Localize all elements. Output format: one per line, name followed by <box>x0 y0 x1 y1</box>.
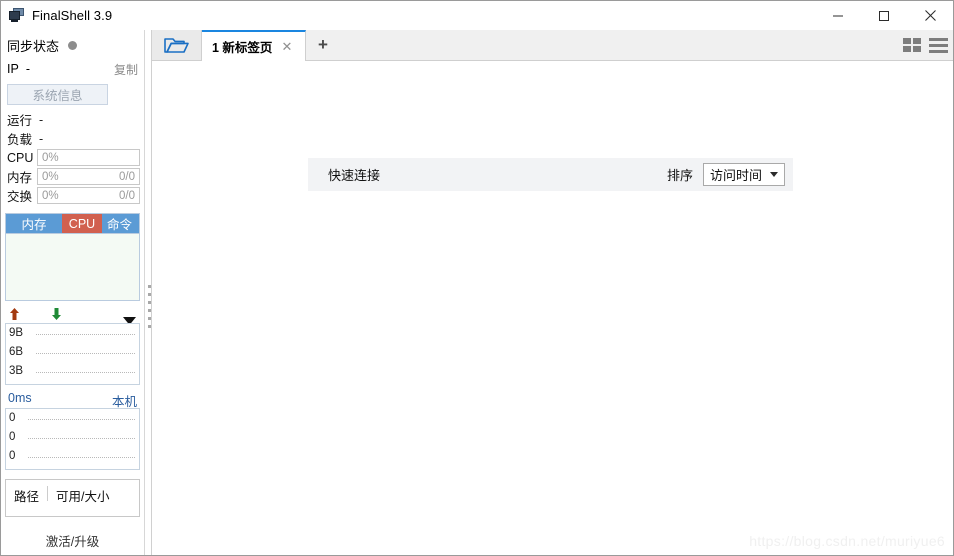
network-y-label-1: 9B <box>9 327 24 339</box>
grid-view-icon[interactable] <box>903 38 922 53</box>
title-bar: FinalShell 3.9 <box>1 1 953 30</box>
list-view-icon[interactable] <box>929 38 948 53</box>
stat-row-uptime: 运行 - <box>1 110 144 129</box>
tab-command[interactable]: 命令 <box>102 214 139 233</box>
left-sidebar: 同步状态 IP - 复制 系统信息 运行 - 负载 - CPU 0% 内存 0%… <box>1 30 144 555</box>
ping-y-label-1: 0 <box>9 412 16 424</box>
close-button[interactable] <box>907 1 953 30</box>
caret-down-icon <box>770 172 778 177</box>
content-area: 快速连接 排序 访问时间 https://blog.csdn.net/muriy… <box>152 61 953 555</box>
network-y-label-3: 3B <box>9 365 24 377</box>
copy-ip-link[interactable]: 复制 <box>114 61 138 78</box>
sync-status-row: 同步状态 <box>1 33 144 57</box>
disk-table: 路径 可用/大小 <box>5 479 140 517</box>
quick-connect-title: 快速连接 <box>328 168 381 183</box>
network-graph: 9B 6B 3B <box>5 323 140 385</box>
ping-gridline <box>28 438 135 439</box>
tab-close-icon[interactable]: ✕ <box>281 40 292 53</box>
maximize-button[interactable] <box>861 1 907 30</box>
minimize-button[interactable] <box>815 1 861 30</box>
main-region: 1 新标签页 ✕ + 快速连接 排序 访问时间 https://blog.csd… <box>152 30 953 555</box>
tab-cpu[interactable]: CPU <box>62 214 102 233</box>
network-gridline <box>36 372 135 373</box>
disk-col-size: 可用/大小 <box>56 490 110 504</box>
window-title: FinalShell 3.9 <box>32 8 113 23</box>
ping-gridline <box>28 419 135 420</box>
network-graph-header <box>5 307 140 325</box>
activate-upgrade-link[interactable]: 激活/升级 <box>1 531 144 550</box>
stat-label-cpu: CPU <box>7 150 34 165</box>
stat-row-cpu: CPU 0% <box>1 148 144 167</box>
network-gridline <box>36 334 135 335</box>
stat-label-memory: 内存 <box>7 171 33 185</box>
network-y-label-2: 6B <box>9 346 24 358</box>
ping-y-label-2: 0 <box>9 431 16 443</box>
computer-icon <box>9 7 25 24</box>
memory-percent: 0% <box>42 170 59 183</box>
watermark: https://blog.csdn.net/muriyue6 <box>749 533 945 549</box>
ping-latency: 0ms <box>8 391 32 405</box>
stat-label-load: 负载 <box>7 133 33 147</box>
tab-label: 1 新标签页 <box>212 41 273 55</box>
ping-gridline <box>28 457 135 458</box>
ping-header: 0ms 本机 <box>5 391 140 409</box>
monitor-panel <box>5 233 140 301</box>
disk-col-path: 路径 <box>14 490 40 504</box>
sort-select[interactable]: 访问时间 <box>702 163 785 186</box>
tab-new-page[interactable]: 1 新标签页 ✕ <box>202 30 306 61</box>
system-info-row: 系统信息 <box>1 81 144 105</box>
monitor-tabs: 内存 CPU 命令 <box>5 213 140 233</box>
finalshell-window: FinalShell 3.9 同步状态 IP - 复制 系统信息 运行 - 负载… <box>0 0 954 556</box>
stat-label-uptime: 运行 <box>7 114 33 128</box>
stat-value-load: - <box>39 131 44 146</box>
ip-row: IP - 复制 <box>1 57 144 81</box>
quick-connect-bar: 快速连接 排序 访问时间 <box>308 158 793 191</box>
swap-meter: 0% 0/0 <box>37 187 140 204</box>
sort-select-value: 访问时间 <box>709 168 762 183</box>
ping-graph: 0 0 0 <box>5 408 140 470</box>
stat-label-swap: 交换 <box>7 190 33 204</box>
tab-bar: 1 新标签页 ✕ + <box>152 30 953 61</box>
ip-value: - <box>25 62 30 76</box>
memory-detail: 0/0 <box>119 170 135 183</box>
ip-label: IP <box>7 62 19 76</box>
view-toggles <box>903 30 948 61</box>
stat-row-swap: 交换 0% 0/0 <box>1 186 144 205</box>
ping-y-label-3: 0 <box>9 450 16 462</box>
cpu-meter: 0% <box>37 149 140 166</box>
add-tab-button[interactable]: + <box>306 30 340 60</box>
folder-open-icon[interactable] <box>152 30 202 60</box>
sync-status-label: 同步状态 <box>7 38 60 54</box>
memory-meter: 0% 0/0 <box>37 168 140 185</box>
stat-row-load: 负载 - <box>1 129 144 148</box>
sync-status-dot <box>68 40 78 50</box>
stat-value-uptime: - <box>39 112 44 127</box>
tab-memory[interactable]: 内存 <box>6 214 62 233</box>
system-info-button[interactable]: 系统信息 <box>7 84 108 105</box>
window-controls <box>815 1 953 30</box>
sort-label: 排序 <box>666 168 693 183</box>
splitter-grip[interactable] <box>148 285 151 331</box>
stat-row-memory: 内存 0% 0/0 <box>1 167 144 186</box>
swap-detail: 0/0 <box>119 189 135 202</box>
network-gridline <box>36 353 135 354</box>
sidebar-splitter[interactable] <box>144 30 152 555</box>
swap-percent: 0% <box>42 189 59 202</box>
cpu-percent: 0% <box>42 151 59 164</box>
